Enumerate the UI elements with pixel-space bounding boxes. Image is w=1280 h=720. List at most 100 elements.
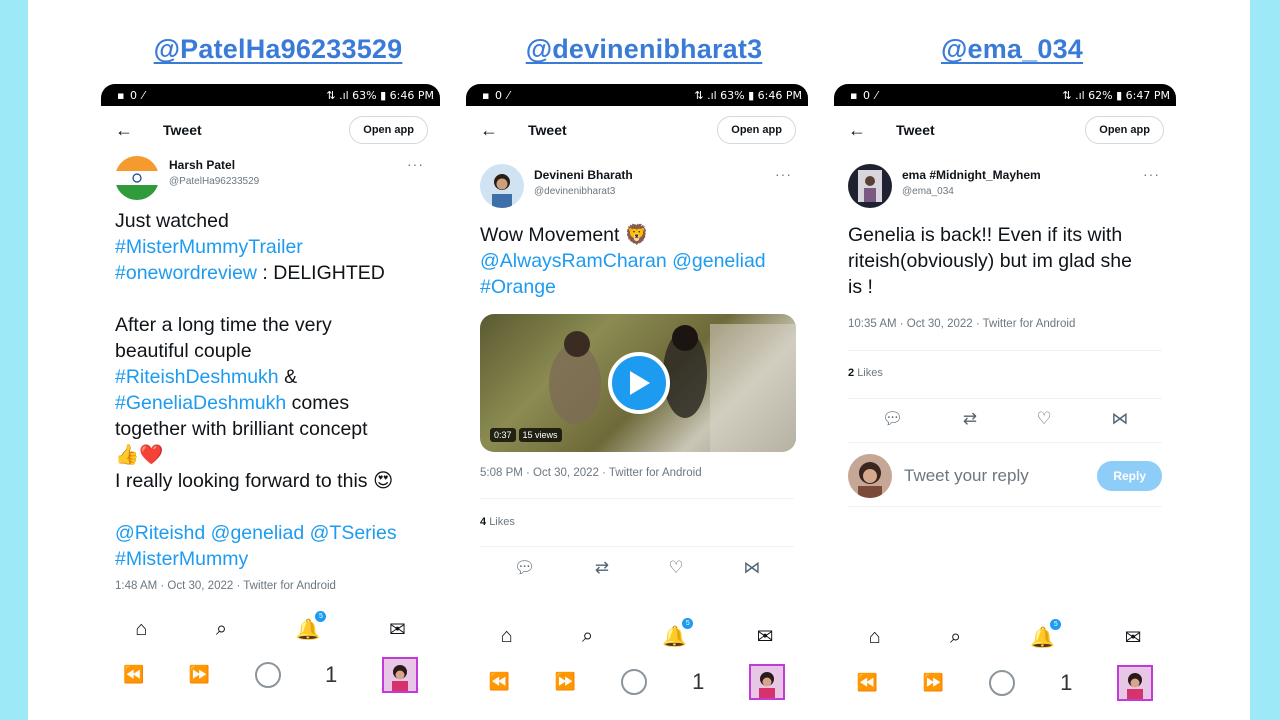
tab-count[interactable]: 1 bbox=[325, 662, 337, 688]
messages-envelope-icon[interactable]: ✉ bbox=[389, 617, 406, 642]
reply-icon[interactable]: 💬︎ bbox=[514, 558, 536, 578]
profile-avatar[interactable] bbox=[1117, 665, 1154, 701]
reply-input[interactable]: Tweet your reply bbox=[904, 466, 1029, 486]
likes-count: 2 bbox=[848, 367, 855, 379]
author-handle[interactable]: @ema_034 bbox=[902, 186, 954, 197]
retweet-icon[interactable]: ⇄ bbox=[963, 409, 977, 429]
open-app-button[interactable]: Open app bbox=[717, 116, 796, 144]
back-arrow-icon[interactable]: ← bbox=[115, 120, 133, 141]
panel-caption-handle[interactable]: @ema_034 bbox=[882, 34, 1142, 65]
avatar[interactable] bbox=[480, 164, 524, 208]
bottom-nav: ⌂ ⌕ 🔔 5 ✉ bbox=[101, 611, 440, 642]
tweet-meta: 1:48 AM · Oct 30, 2022 · Twitter for And… bbox=[115, 580, 336, 592]
home-icon[interactable]: ⌂ bbox=[135, 618, 147, 641]
reply-button[interactable]: Reply bbox=[1097, 461, 1162, 491]
status-bar: ▪ 0 ⁄ ⇅ .ıl 63% ▮ 6:46 PM bbox=[101, 84, 440, 106]
home-icon[interactable]: ⌂ bbox=[869, 626, 881, 649]
messages-envelope-icon[interactable]: ✉ bbox=[757, 624, 774, 649]
tweet-actions: 💬︎ ⇄ ♡ ⋈ bbox=[466, 558, 808, 578]
tweet-author: Devineni Bharath @devinenibharat3 ··· bbox=[466, 154, 808, 216]
status-bar: ▪ 0 ⁄ ⇅ .ıl 62% ▮ 6:47 PM bbox=[834, 84, 1176, 106]
rewind-icon[interactable]: ⏪ bbox=[489, 672, 510, 692]
back-arrow-icon[interactable]: ← bbox=[848, 120, 866, 141]
divider bbox=[848, 350, 1162, 351]
search-icon[interactable]: ⌕ bbox=[950, 626, 961, 649]
status-right: ⇅ .ıl 63% ▮ 6:46 PM bbox=[326, 88, 434, 102]
hashtag-link[interactable]: #GeneliaDeshmukh bbox=[115, 392, 286, 414]
tweet-meta: 10:35 AM · Oct 30, 2022 · Twitter for An… bbox=[848, 318, 1076, 330]
rewind-icon[interactable]: ⏪ bbox=[123, 665, 144, 685]
profile-avatar[interactable] bbox=[381, 657, 418, 693]
tab-count[interactable]: 1 bbox=[692, 669, 704, 695]
back-arrow-icon[interactable]: ← bbox=[480, 120, 498, 141]
status-bar: ▪ 0 ⁄ ⇅ .ıl 63% ▮ 6:46 PM bbox=[466, 84, 808, 106]
home-circle-button[interactable] bbox=[621, 669, 648, 695]
rewind-icon[interactable]: ⏪ bbox=[857, 673, 878, 693]
browser-bar: ⏪ ⏩ 1 bbox=[834, 662, 1176, 704]
hashtag-link[interactable]: #Orange bbox=[480, 274, 794, 300]
search-icon[interactable]: ⌕ bbox=[216, 618, 227, 641]
home-circle-button[interactable] bbox=[254, 662, 281, 688]
author-name[interactable]: ema #Midnight_Mayhem bbox=[902, 168, 1041, 182]
avatar[interactable] bbox=[115, 156, 159, 200]
notifications-bell-icon[interactable]: 🔔 5 bbox=[662, 618, 694, 649]
notification-badge: 5 bbox=[682, 618, 694, 629]
forward-icon[interactable]: ⏩ bbox=[555, 672, 576, 692]
phone-screenshot-3: ▪ 0 ⁄ ⇅ .ıl 62% ▮ 6:47 PM ← Tweet Open a… bbox=[834, 84, 1176, 720]
hashtag-link[interactable]: #MisterMummy bbox=[115, 546, 426, 572]
open-app-button[interactable]: Open app bbox=[349, 116, 428, 144]
notifications-bell-icon[interactable]: 🔔 5 bbox=[1030, 619, 1062, 650]
video-player[interactable]: 0:37 15 views bbox=[480, 314, 796, 452]
like-heart-icon[interactable]: ♡ bbox=[669, 558, 684, 578]
video-views: 15 views bbox=[518, 428, 562, 442]
search-icon[interactable]: ⌕ bbox=[582, 625, 593, 648]
notification-badge: 5 bbox=[1050, 619, 1062, 630]
home-circle-button[interactable] bbox=[989, 670, 1016, 696]
mention-links[interactable]: @AlwaysRamCharan @geneliad bbox=[480, 248, 794, 274]
divider bbox=[480, 498, 794, 499]
tweet-actions: 💬︎ ⇄ ♡ ⋈ bbox=[834, 409, 1176, 429]
tweet-line: together with brilliant concept bbox=[115, 418, 368, 440]
divider bbox=[848, 398, 1162, 399]
share-icon[interactable]: ⋈ bbox=[1111, 409, 1128, 429]
mention-links[interactable]: @Riteishd @geneliad @TSeries bbox=[115, 520, 426, 546]
retweet-icon[interactable]: ⇄ bbox=[595, 558, 609, 578]
status-right: ⇅ .ıl 63% ▮ 6:46 PM bbox=[694, 88, 802, 102]
notifications-bell-icon[interactable]: 🔔 5 bbox=[296, 611, 327, 642]
more-options-icon[interactable]: ··· bbox=[407, 156, 424, 172]
likes-summary[interactable]: 2 Likes bbox=[834, 367, 897, 379]
hashtag-link[interactable]: #MisterMummyTrailer bbox=[115, 234, 426, 260]
tweet-line: Wow Movement 🦁 bbox=[480, 224, 650, 246]
profile-avatar[interactable] bbox=[749, 664, 786, 700]
home-icon[interactable]: ⌂ bbox=[501, 625, 513, 648]
likes-summary[interactable]: 4 Likes bbox=[466, 516, 529, 528]
phone-screenshot-1: ▪ 0 ⁄ ⇅ .ıl 63% ▮ 6:46 PM ← Tweet Open a… bbox=[101, 84, 440, 720]
open-app-button[interactable]: Open app bbox=[1085, 116, 1164, 144]
tweet-line: riteish(obviously) but im glad she bbox=[848, 250, 1132, 272]
avatar[interactable] bbox=[848, 164, 892, 208]
forward-icon[interactable]: ⏩ bbox=[923, 673, 944, 693]
author-name[interactable]: Harsh Patel bbox=[169, 158, 235, 172]
status-right: ⇅ .ıl 62% ▮ 6:47 PM bbox=[1062, 88, 1170, 102]
author-handle[interactable]: @PatelHa96233529 bbox=[169, 176, 259, 187]
avatar[interactable] bbox=[848, 454, 892, 498]
panel-caption-handle[interactable]: @devinenibharat3 bbox=[514, 34, 774, 65]
more-options-icon[interactable]: ··· bbox=[775, 166, 792, 182]
page-title: Tweet bbox=[528, 122, 567, 138]
more-options-icon[interactable]: ··· bbox=[1143, 166, 1160, 182]
author-handle[interactable]: @devinenibharat3 bbox=[534, 186, 615, 197]
tab-count[interactable]: 1 bbox=[1060, 670, 1072, 696]
tweet-text-span: : DELIGHTED bbox=[257, 262, 385, 284]
tweet-text-span: comes bbox=[286, 392, 350, 414]
panel-caption-handle[interactable]: @PatelHa96233529 bbox=[148, 34, 408, 65]
like-heart-icon[interactable]: ♡ bbox=[1037, 409, 1052, 429]
author-name[interactable]: Devineni Bharath bbox=[534, 168, 633, 182]
hashtag-link[interactable]: #RiteishDeshmukh bbox=[115, 366, 279, 388]
share-icon[interactable]: ⋈ bbox=[743, 558, 760, 578]
play-button[interactable] bbox=[608, 352, 670, 414]
hashtag-link[interactable]: #onewordreview bbox=[115, 262, 257, 284]
tweet-text: Wow Movement 🦁 @AlwaysRamCharan @genelia… bbox=[466, 222, 808, 300]
forward-icon[interactable]: ⏩ bbox=[189, 665, 210, 685]
reply-icon[interactable]: 💬︎ bbox=[882, 409, 904, 429]
messages-envelope-icon[interactable]: ✉ bbox=[1125, 625, 1142, 650]
